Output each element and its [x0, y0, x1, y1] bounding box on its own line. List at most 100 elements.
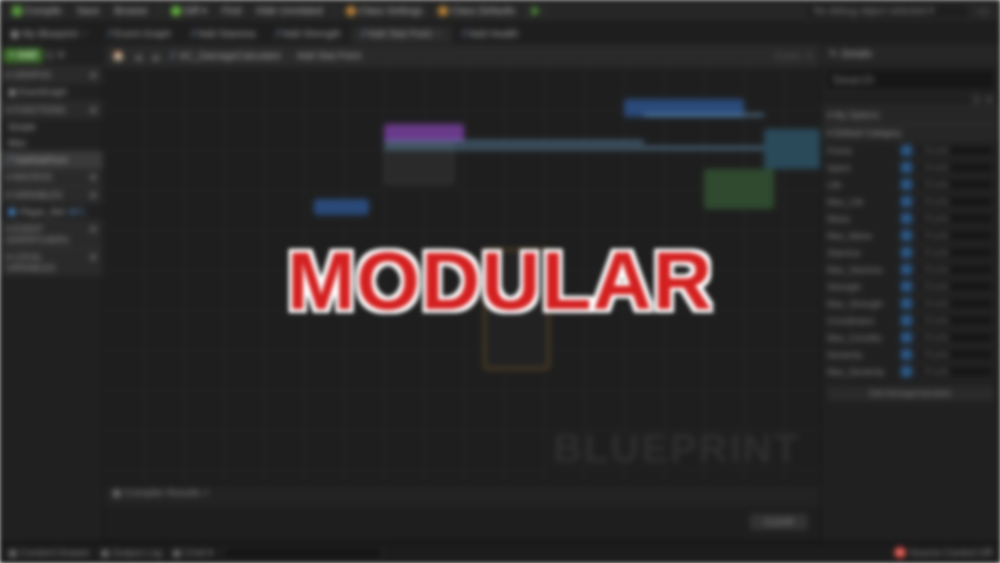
graph-node[interactable]	[484, 249, 549, 369]
checkbox[interactable]	[901, 298, 912, 309]
property-value[interactable]: 24 pnts	[918, 348, 994, 361]
property-row: Spent24 pnts	[821, 159, 1000, 176]
checkbox[interactable]	[901, 196, 912, 207]
checkbox[interactable]	[901, 247, 912, 258]
property-value[interactable]: 24 pnts	[918, 331, 994, 344]
section-macros[interactable]: ▾ MACROS⊕	[0, 168, 103, 186]
graph-node[interactable]	[384, 144, 454, 184]
property-value[interactable]: 24 pnts	[918, 229, 994, 242]
details-panel: ✎Details ☰ ⚙ ▾ My Options▾ Default Categ…	[820, 45, 1000, 542]
item-eventgraph[interactable]: ▣ EventGraph	[0, 84, 103, 101]
tab-add-strength[interactable]: 𝑓 Add Strength	[265, 26, 351, 43]
diff-icon	[171, 6, 181, 16]
checkbox[interactable]	[901, 162, 912, 173]
tab-add-stat-point[interactable]: 𝑓 Add Stat Point ×	[351, 26, 452, 43]
clear-button[interactable]: CLEAR	[750, 514, 808, 530]
item-simple[interactable]: Simple	[0, 119, 103, 135]
settings-icon[interactable]: ⚙	[985, 95, 994, 106]
section-functions[interactable]: ▾ FUNCTIONS⊕	[0, 101, 103, 119]
checkbox[interactable]	[901, 264, 912, 275]
output-log-button[interactable]: ▣ Output Log	[100, 548, 162, 559]
checkbox[interactable]	[901, 332, 912, 343]
cmd-input[interactable]	[223, 546, 383, 560]
section-event-dispatchers[interactable]: ▾ EVENT DISPATCHERS⊕	[0, 220, 103, 248]
edit-button[interactable]: Edit DamageCalculator	[827, 386, 994, 401]
browse-button[interactable]: Browse	[108, 4, 153, 19]
home-icon[interactable]: 🏠	[112, 51, 124, 62]
compiler-results-panel[interactable]: ▣ Compiler Results ×	[104, 484, 820, 506]
checkbox[interactable]	[901, 179, 912, 190]
content-drawer-button[interactable]: ▣ Content Drawer	[8, 548, 90, 559]
breadcrumb-leaf[interactable]: Add Stat Point	[297, 51, 361, 62]
hide-unrelated-button[interactable]: Hide Unrelated	[250, 4, 329, 19]
checkbox[interactable]	[901, 230, 912, 241]
source-control-button[interactable]: ⛔ Source Control Off	[894, 548, 992, 559]
class-defaults-button[interactable]: Class Defaults	[432, 4, 521, 19]
section-local-variables[interactable]: ▾ LOCAL VARIABLES⊕	[0, 248, 103, 276]
breadcrumb: 🏠 ◄ ► 𝑓 AC_DamageCalculator › Add Stat P…	[104, 45, 820, 69]
details-header: ✎Details	[821, 45, 1000, 64]
category-default-category[interactable]: ▾ Default Category	[821, 124, 1000, 142]
property-value[interactable]: 24 pnts	[918, 297, 994, 310]
tab-my-blueprint[interactable]: ▣ My Blueprint ×	[0, 26, 98, 43]
diff-button[interactable]: Diff ▾	[165, 4, 213, 19]
graph-node[interactable]	[764, 129, 820, 169]
fx-icon: 𝑓	[170, 51, 173, 62]
property-label: Max_Strength	[827, 299, 895, 309]
property-label: Max_Mana	[827, 231, 895, 241]
section-variables[interactable]: ▾ VARIABLES⊕	[0, 186, 103, 204]
property-value[interactable]: 24 pnts	[918, 263, 994, 276]
save-button[interactable]: Save	[71, 4, 106, 19]
filter-icon[interactable]: ☰	[972, 95, 981, 106]
details-search-input[interactable]	[825, 68, 996, 91]
graph-node[interactable]	[384, 124, 464, 142]
nav-fwd-icon[interactable]: ►	[150, 49, 164, 65]
zoom-label: Zoom -4	[775, 51, 812, 62]
property-row: Max_Strength 24 pnts	[821, 295, 1000, 312]
property-row: Max_Dexterity24 pnts	[821, 363, 1000, 380]
property-value[interactable]: 24 pnts	[918, 161, 994, 174]
debug-object-selector[interactable]: No debug object selected ▾	[805, 3, 970, 20]
tab-add-stamina[interactable]: 𝑓 Add Stamina	[181, 26, 265, 43]
property-value[interactable]: 24 pnts	[918, 314, 994, 327]
checkbox[interactable]	[901, 366, 912, 377]
property-value[interactable]: 24 pnts	[918, 246, 994, 259]
settings-icon[interactable]: ⚙	[56, 50, 65, 61]
compile-button[interactable]: Compile	[6, 4, 68, 19]
checkbox[interactable]	[901, 281, 912, 292]
cmd-button[interactable]: ▣ Cmd ▾	[172, 548, 213, 559]
item-player_ref[interactable]: Player_Ref BP1	[0, 204, 103, 220]
property-value[interactable]: 24 pnts	[918, 365, 994, 378]
nav-back-icon[interactable]: ◄	[130, 49, 144, 65]
add-button[interactable]: + Add	[3, 48, 43, 63]
property-value[interactable]: 24 pnts	[918, 178, 994, 191]
property-label: Mana	[827, 214, 895, 224]
category-my-options[interactable]: ▾ My Options	[821, 106, 1000, 124]
breadcrumb-root[interactable]: AC_DamageCalculator	[179, 51, 281, 62]
class-settings-button[interactable]: Class Settings	[340, 4, 429, 19]
tab-event-graph[interactable]: 𝑓 Event Graph	[98, 26, 181, 43]
separator	[526, 4, 527, 18]
checkbox[interactable]	[901, 349, 912, 360]
property-value[interactable]: 24 pnts	[918, 212, 994, 225]
item-addstatpoint[interactable]: 𝑓 AddStatPoint	[0, 151, 103, 168]
item-misc[interactable]: Misc	[0, 135, 103, 151]
checkbox[interactable]	[901, 315, 912, 326]
node-graph-canvas[interactable]: BLUEPRINT	[104, 69, 820, 484]
tab-add-health[interactable]: 𝑓 Add Health	[452, 26, 529, 43]
property-value[interactable]: 24 pnts	[918, 144, 994, 157]
checkbox[interactable]	[901, 145, 912, 156]
property-value[interactable]: 24 pnts	[918, 195, 994, 208]
toolbar-nav-button[interactable]: ‹ ›	[973, 4, 994, 19]
checkbox[interactable]	[901, 213, 912, 224]
graph-node[interactable]	[314, 199, 369, 215]
graph-node[interactable]	[704, 169, 774, 209]
property-value[interactable]: 24 pnts	[918, 280, 994, 293]
search-icon[interactable]: Q	[46, 50, 54, 61]
find-button[interactable]: Find	[216, 4, 247, 19]
property-label: Max_Life	[827, 197, 895, 207]
property-label: Max_Constitu	[827, 333, 895, 343]
section-graphs[interactable]: ▾ GRAPHS⊕	[0, 66, 103, 84]
graph-wire	[384, 141, 644, 143]
play-icon[interactable]	[532, 6, 540, 16]
